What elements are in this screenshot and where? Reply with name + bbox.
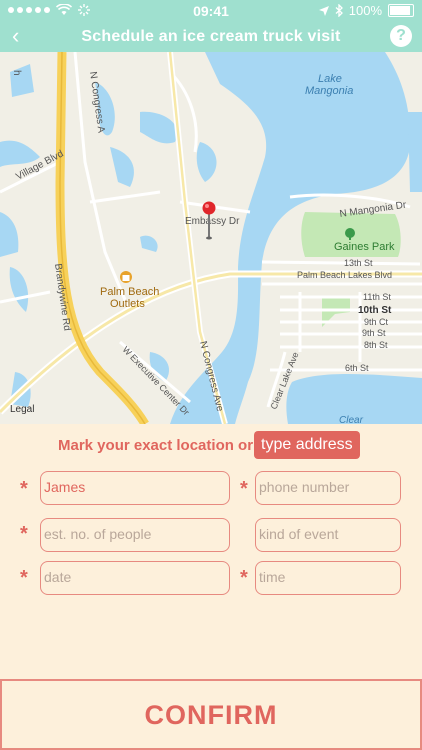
right-water-strip (408, 112, 422, 192)
map-label: Mangonia (305, 85, 353, 97)
location-prompt: Mark your exact location or type address (0, 428, 422, 462)
required-mark: * (20, 478, 28, 500)
map-label: 11th St (363, 292, 391, 302)
battery-percent: 100% (348, 3, 382, 18)
time-field[interactable]: time (255, 561, 401, 595)
map-label: Clear (339, 415, 364, 424)
type-address-button[interactable]: type address (254, 431, 360, 459)
location-prompt-text: Mark your exact location or (58, 437, 254, 454)
bluetooth-icon (335, 4, 343, 17)
phone-number-field[interactable]: phone number (255, 471, 401, 505)
map-label: Palm Beach (100, 286, 159, 298)
map-label: 10th St (358, 305, 392, 316)
map-label: 9th Ct (364, 317, 389, 327)
shopping-bag-icon (120, 271, 132, 283)
map-label: Gaines Park (334, 241, 395, 253)
battery-fill (390, 6, 410, 15)
status-right-group: 100% (318, 3, 414, 18)
battery-icon (388, 4, 414, 17)
help-button[interactable]: ? (390, 25, 412, 47)
map-label: Lake (318, 73, 342, 85)
people-count-field[interactable]: est. no. of people (40, 518, 230, 552)
map-canvas[interactable]: h N Congress A Lake Mangonia Village Blv… (0, 52, 422, 424)
map-label: Embassy Dr (185, 216, 240, 227)
name-field[interactable]: James (40, 471, 230, 505)
status-bar: 09:41 100% (0, 0, 422, 22)
map-label: h (11, 70, 22, 76)
map-label: 9th St (362, 328, 386, 338)
page-title: Schedule an ice cream truck visit (81, 28, 341, 45)
required-mark: * (240, 478, 248, 500)
map-label: 13th St (344, 258, 373, 268)
nav-bar: ‹ Schedule an ice cream truck visit ? (0, 22, 422, 52)
location-arrow-icon (318, 5, 329, 16)
map-legal-link[interactable]: Legal (10, 404, 34, 415)
required-mark: * (20, 567, 28, 589)
map-label: 6th St (345, 363, 369, 373)
map-label: Palm Beach Lakes Blvd (297, 270, 392, 280)
date-field[interactable]: date (40, 561, 230, 595)
map-view[interactable]: h N Congress A Lake Mangonia Village Blv… (0, 52, 422, 424)
required-mark: * (20, 523, 28, 545)
confirm-button[interactable]: CONFIRM (0, 679, 422, 750)
map-label: 8th St (364, 340, 388, 350)
map-label: Outlets (110, 298, 145, 310)
required-mark: * (240, 567, 248, 589)
event-kind-field[interactable]: kind of event (255, 518, 401, 552)
